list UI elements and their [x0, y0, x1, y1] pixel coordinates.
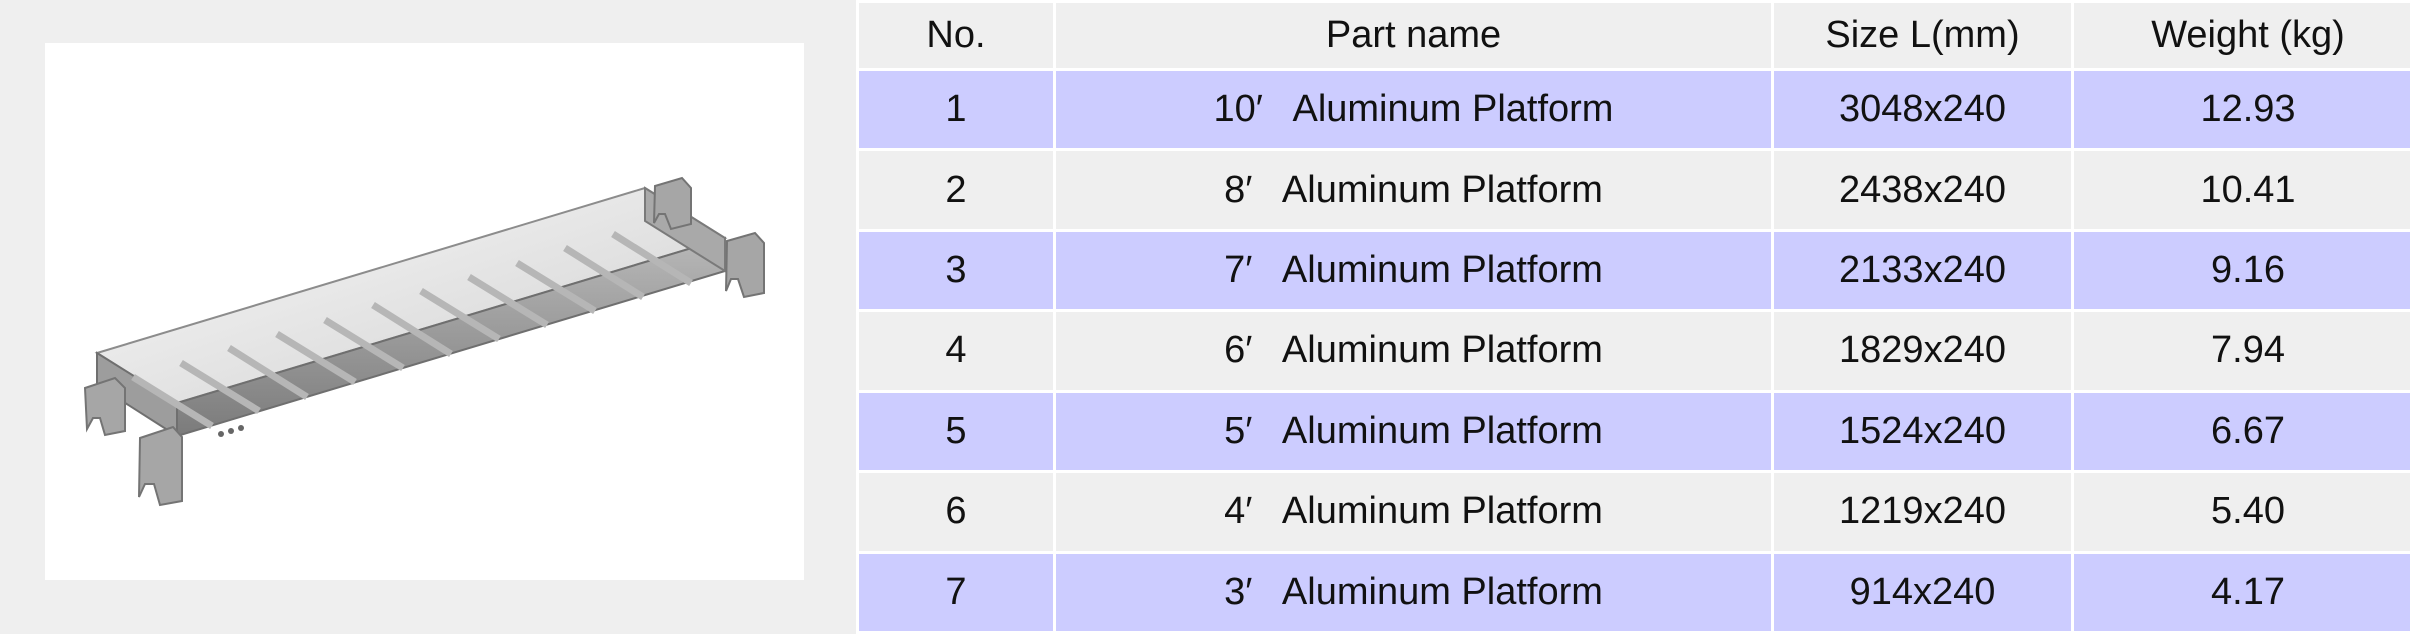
cell-size: 2438x240	[1771, 148, 2074, 232]
cell-weight: 7.94	[2071, 309, 2410, 393]
specification-table: No. Part name Size L(mm) Weight (kg) 1 1…	[856, 0, 2410, 634]
cell-no: 5	[856, 389, 1056, 474]
cell-size: 3048x240	[1771, 67, 2074, 152]
aluminum-platform-illustration	[83, 176, 765, 507]
header-row: No. Part name Size L(mm) Weight (kg)	[856, 0, 2410, 71]
header-no: No.	[856, 0, 1056, 71]
cell-part-name: 8′ Aluminum Platform	[1053, 148, 1774, 232]
cell-weight: 6.67	[2071, 389, 2410, 474]
cell-weight: 9.16	[2071, 228, 2410, 313]
table-row: 4 6′ Aluminum Platform 1829x240 7.94	[856, 309, 2410, 393]
cell-part-name: 3′ Aluminum Platform	[1053, 550, 1774, 634]
cell-no: 1	[856, 67, 1056, 152]
cell-no: 4	[856, 309, 1056, 393]
cell-weight: 10.41	[2071, 148, 2410, 232]
header-size: Size L(mm)	[1771, 0, 2074, 71]
cell-weight: 12.93	[2071, 67, 2410, 152]
cell-weight: 5.40	[2071, 470, 2410, 554]
cell-no: 6	[856, 470, 1056, 554]
cell-size: 1219x240	[1771, 470, 2074, 554]
cell-part-name: 5′ Aluminum Platform	[1053, 389, 1774, 474]
cell-part-name: 6′ Aluminum Platform	[1053, 309, 1774, 393]
table-body: 1 10′ Aluminum Platform 3048x240 12.93 2…	[856, 67, 2410, 634]
cell-no: 7	[856, 550, 1056, 634]
cell-part-name: 7′ Aluminum Platform	[1053, 228, 1774, 313]
aluminum-platform-image	[45, 43, 804, 580]
header-weight: Weight (kg)	[2071, 0, 2410, 71]
table-row: 1 10′ Aluminum Platform 3048x240 12.93	[856, 67, 2410, 152]
table-header: No. Part name Size L(mm) Weight (kg)	[856, 0, 2410, 71]
table-row: 5 5′ Aluminum Platform 1524x240 6.67	[856, 389, 2410, 474]
cell-weight: 4.17	[2071, 550, 2410, 634]
cell-size: 914x240	[1771, 550, 2074, 634]
table-row: 3 7′ Aluminum Platform 2133x240 9.16	[856, 228, 2410, 313]
cell-part-name: 10′ Aluminum Platform	[1053, 67, 1774, 152]
cell-size: 1829x240	[1771, 309, 2074, 393]
cell-size: 1524x240	[1771, 389, 2074, 474]
table-row: 2 8′ Aluminum Platform 2438x240 10.41	[856, 148, 2410, 232]
specification-table-container: No. Part name Size L(mm) Weight (kg) 1 1…	[856, 0, 2410, 634]
cell-part-name: 4′ Aluminum Platform	[1053, 470, 1774, 554]
table-row: 7 3′ Aluminum Platform 914x240 4.17	[856, 550, 2410, 634]
cell-size: 2133x240	[1771, 228, 2074, 313]
product-image-panel	[0, 0, 856, 634]
header-part-name: Part name	[1053, 0, 1774, 71]
cell-no: 3	[856, 228, 1056, 313]
table-row: 6 4′ Aluminum Platform 1219x240 5.40	[856, 470, 2410, 554]
cell-no: 2	[856, 148, 1056, 232]
